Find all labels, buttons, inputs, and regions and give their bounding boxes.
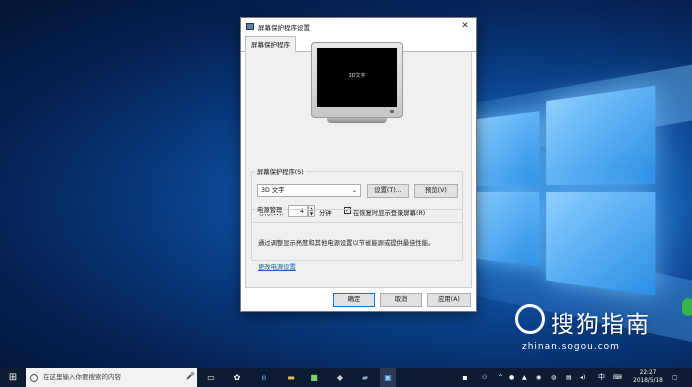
monitor-stand bbox=[327, 118, 387, 123]
app-icon[interactable]: ◆ bbox=[332, 368, 348, 387]
taskbar-search-input[interactable]: 在这里输入你要搜索的内容 bbox=[26, 368, 197, 387]
watermark-url: zhinan.sogou.com bbox=[522, 342, 620, 352]
app-icon[interactable]: ▰ bbox=[357, 368, 373, 387]
cancel-button[interactable]: 取消 bbox=[380, 293, 422, 307]
volume-icon[interactable]: ◂) bbox=[580, 368, 585, 387]
ime-indicator[interactable]: 中 bbox=[598, 368, 605, 387]
screensaver-group-label: 屏幕保护程序(S) bbox=[255, 167, 306, 176]
screensaver-settings-dialog: 屏幕保护程序设置 ✕ 屏幕保护程序 3D文字 屏幕保护程序(S) 3D 文字 ⌄… bbox=[240, 17, 477, 312]
task-view-icon[interactable]: ▭ bbox=[204, 368, 218, 387]
edge-browser-icon[interactable]: e bbox=[256, 368, 272, 387]
clock-time: 22:27 bbox=[639, 370, 657, 376]
floating-bubble-icon[interactable] bbox=[682, 298, 692, 316]
power-led bbox=[390, 110, 394, 113]
tray-icon[interactable]: ▲ bbox=[522, 368, 527, 387]
watermark-text: 搜狗指南 bbox=[551, 312, 651, 338]
keyboard-icon[interactable]: ⌨ bbox=[613, 368, 622, 387]
monitor-icon bbox=[246, 23, 254, 30]
notification-icon[interactable]: ▢ bbox=[672, 368, 678, 387]
settings-button[interactable]: 设置(T)... bbox=[367, 184, 409, 198]
app-icon[interactable]: ✿ bbox=[229, 368, 245, 387]
close-icon[interactable]: ✕ bbox=[454, 18, 476, 35]
apply-button[interactable]: 应用(A) bbox=[427, 293, 471, 307]
preview-button[interactable]: 预览(V) bbox=[414, 184, 458, 198]
monitor-preview: 3D文字 bbox=[311, 42, 403, 118]
people-icon[interactable]: ⚇ bbox=[482, 368, 487, 387]
change-power-settings-link[interactable]: 更改电源设置 bbox=[258, 262, 296, 271]
clock[interactable]: 22:27 2018/5/18 bbox=[632, 369, 664, 385]
power-group: 电源管理 bbox=[251, 205, 463, 261]
chevron-down-icon: ⌄ bbox=[351, 187, 357, 194]
preview-screen: 3D文字 bbox=[317, 48, 397, 107]
screensaver-select-value: 3D 文字 bbox=[261, 187, 285, 194]
preview-text: 3D文字 bbox=[348, 73, 366, 79]
screensaver-select[interactable]: 3D 文字 ⌄ bbox=[257, 184, 361, 197]
dialog-title: 屏幕保护程序设置 bbox=[258, 23, 310, 32]
search-circle-icon bbox=[30, 374, 38, 382]
app-icon[interactable]: ▪ bbox=[459, 368, 471, 387]
power-description: 通过调整显示亮度和其他电源设置以节省能源或提供最佳性能。 bbox=[258, 240, 435, 247]
chevron-up-icon[interactable]: ^ bbox=[498, 368, 503, 387]
title-bar: 屏幕保护程序设置 ✕ bbox=[241, 18, 476, 35]
microphone-icon[interactable]: 🎤 bbox=[186, 372, 195, 380]
windows-logo-wallpaper bbox=[470, 85, 658, 298]
file-explorer-icon[interactable]: ▬ bbox=[283, 368, 299, 387]
network-icon[interactable]: ▤ bbox=[566, 368, 572, 387]
clock-date: 2018/5/18 bbox=[633, 378, 663, 384]
start-windows-icon[interactable]: ⊞ bbox=[6, 368, 20, 387]
tray-icon[interactable]: ● bbox=[509, 368, 514, 387]
tray-icon[interactable]: ◉ bbox=[536, 368, 541, 387]
tray-icon[interactable]: ◍ bbox=[551, 368, 556, 387]
tab-screensaver[interactable]: 屏幕保护程序 bbox=[245, 36, 296, 52]
ok-button[interactable]: 确定 bbox=[333, 293, 375, 307]
power-group-label: 电源管理 bbox=[255, 205, 285, 214]
control-panel-icon[interactable]: ▣ bbox=[380, 368, 396, 387]
app-icon[interactable]: ■ bbox=[306, 368, 322, 387]
